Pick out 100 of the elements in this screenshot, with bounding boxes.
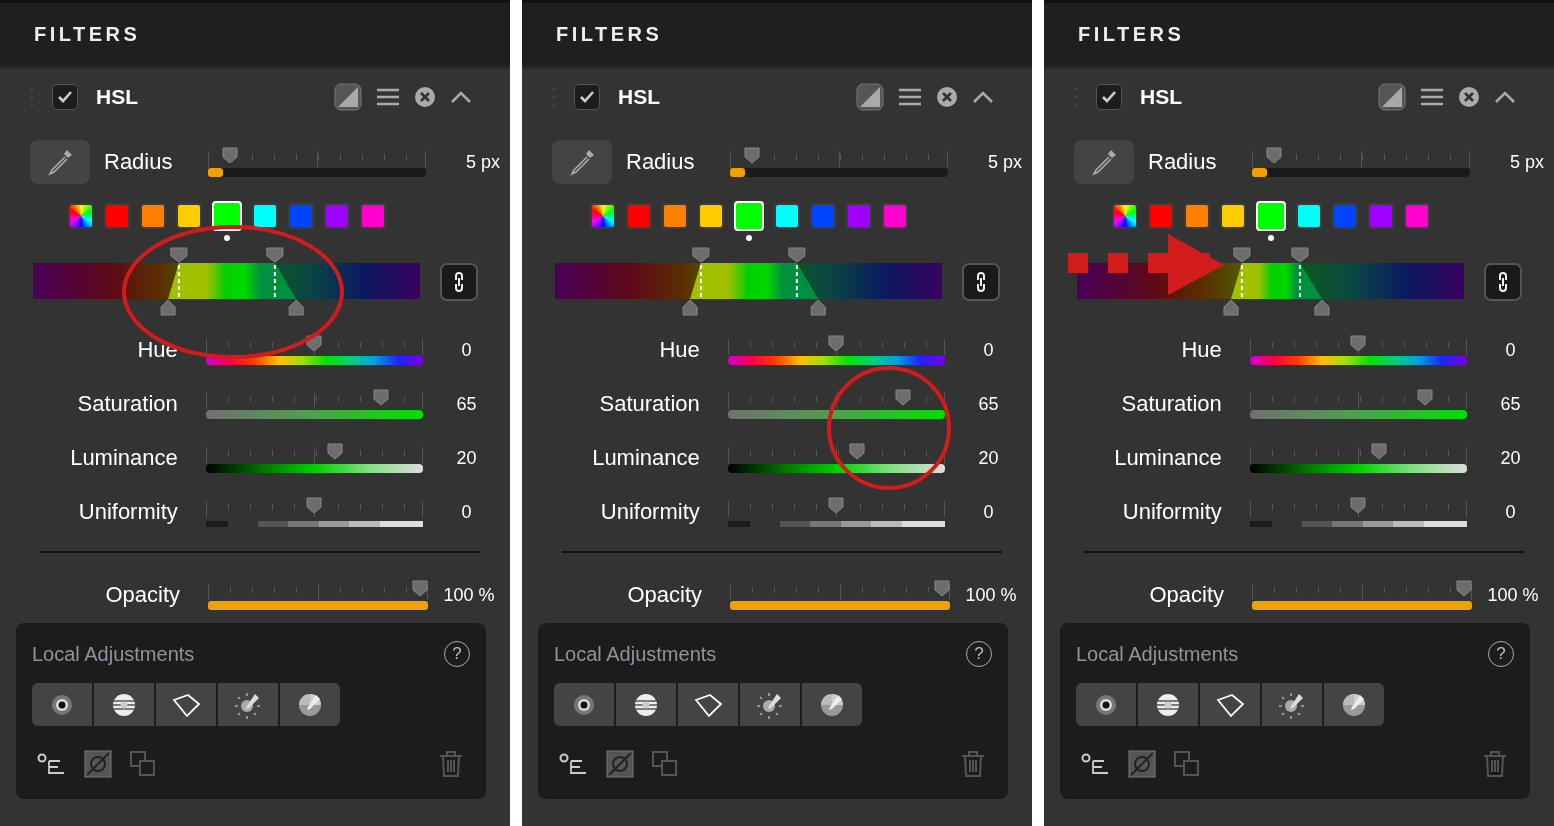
color-swatch[interactable] [360, 203, 386, 229]
eyedropper-button[interactable] [1074, 140, 1134, 184]
slider-thumb[interactable] [1350, 497, 1367, 514]
collapse-chevron-icon[interactable] [450, 90, 472, 104]
all-colors-swatch[interactable] [1112, 203, 1138, 229]
enable-checkbox[interactable] [1096, 84, 1122, 110]
color-swatch[interactable] [698, 203, 724, 229]
slider-thumb[interactable] [1456, 580, 1472, 597]
color-swatch[interactable] [1148, 203, 1174, 229]
all-colors-swatch[interactable] [590, 203, 616, 229]
menu-icon[interactable] [1420, 87, 1444, 107]
slider[interactable] [730, 147, 948, 177]
falloff-handle[interactable] [1223, 299, 1239, 316]
brush-tool[interactable] [218, 683, 278, 726]
layer-list-icon[interactable] [1080, 753, 1110, 775]
color-range-tool[interactable] [1324, 683, 1384, 726]
brush-tool[interactable] [740, 683, 800, 726]
slider[interactable] [1249, 389, 1468, 419]
gradient-tool[interactable] [616, 683, 676, 726]
slider[interactable] [1249, 335, 1468, 365]
slider[interactable] [205, 497, 424, 527]
menu-icon[interactable] [898, 87, 922, 107]
slider[interactable] [1252, 580, 1472, 610]
color-swatch[interactable] [1404, 203, 1430, 229]
link-button[interactable] [962, 263, 1000, 301]
menu-icon[interactable] [376, 87, 400, 107]
enable-checkbox[interactable] [52, 84, 78, 110]
control-point-tool[interactable] [554, 683, 614, 726]
color-swatch[interactable] [104, 203, 130, 229]
color-swatch[interactable] [882, 203, 908, 229]
slider-thumb[interactable] [894, 389, 911, 406]
mask-toggle-icon[interactable] [84, 750, 112, 778]
slider[interactable] [205, 389, 424, 419]
falloff-handle[interactable] [682, 299, 698, 316]
control-point-tool[interactable] [1076, 683, 1136, 726]
collapse-chevron-icon[interactable] [972, 90, 994, 104]
color-swatch[interactable] [140, 203, 166, 229]
color-swatch[interactable] [1220, 203, 1246, 229]
color-swatch[interactable] [846, 203, 872, 229]
color-range-tool[interactable] [280, 683, 340, 726]
color-swatch[interactable] [774, 203, 800, 229]
falloff-handle[interactable] [160, 299, 176, 316]
slider-thumb[interactable] [412, 580, 428, 597]
slider-thumb[interactable] [1416, 389, 1433, 406]
collapse-chevron-icon[interactable] [1494, 90, 1516, 104]
color-swatch[interactable] [324, 203, 350, 229]
color-range-tool[interactable] [802, 683, 862, 726]
all-colors-swatch[interactable] [68, 203, 94, 229]
slider[interactable] [208, 580, 428, 610]
layer-list-icon[interactable] [36, 753, 66, 775]
slider[interactable] [727, 443, 946, 473]
slider-thumb[interactable] [222, 147, 239, 164]
mask-icon[interactable] [856, 83, 884, 111]
polygon-tool[interactable] [1200, 683, 1260, 726]
close-icon[interactable] [1458, 86, 1480, 108]
close-icon[interactable] [414, 86, 436, 108]
slider[interactable] [1252, 147, 1470, 177]
slider-thumb[interactable] [848, 443, 865, 460]
color-swatch[interactable] [662, 203, 688, 229]
brush-tool[interactable] [1262, 683, 1322, 726]
color-swatch[interactable] [1368, 203, 1394, 229]
slider[interactable] [1249, 443, 1468, 473]
slider[interactable] [730, 580, 950, 610]
slider[interactable] [727, 335, 946, 365]
slider-thumb[interactable] [326, 443, 343, 460]
slider[interactable] [727, 389, 946, 419]
slider-thumb[interactable] [828, 497, 845, 514]
slider[interactable] [208, 147, 426, 177]
control-point-tool[interactable] [32, 683, 92, 726]
slider-thumb[interactable] [828, 335, 845, 352]
slider-thumb[interactable] [1370, 443, 1387, 460]
falloff-handle[interactable] [1314, 299, 1330, 316]
polygon-tool[interactable] [156, 683, 216, 726]
slider-thumb[interactable] [1266, 147, 1283, 164]
falloff-handle[interactable] [288, 299, 304, 316]
mask-toggle-icon[interactable] [606, 750, 634, 778]
color-swatch[interactable] [626, 203, 652, 229]
slider[interactable] [1249, 497, 1468, 527]
layer-list-icon[interactable] [558, 753, 588, 775]
color-swatch[interactable] [176, 203, 202, 229]
gradient-tool[interactable] [94, 683, 154, 726]
eyedropper-button[interactable] [552, 140, 612, 184]
slider[interactable] [205, 335, 424, 365]
mask-icon[interactable] [334, 83, 362, 111]
slider-thumb[interactable] [744, 147, 761, 164]
color-swatch[interactable] [252, 203, 278, 229]
link-button[interactable] [1484, 263, 1522, 301]
slider[interactable] [727, 497, 946, 527]
slider-thumb[interactable] [372, 389, 389, 406]
color-swatch[interactable] [1296, 203, 1322, 229]
link-button[interactable] [440, 263, 478, 301]
eyedropper-button[interactable] [30, 140, 90, 184]
color-swatch[interactable] [810, 203, 836, 229]
mask-toggle-icon[interactable] [1128, 750, 1156, 778]
color-swatch[interactable] [288, 203, 314, 229]
color-swatch[interactable] [1332, 203, 1358, 229]
color-swatch[interactable] [1184, 203, 1210, 229]
close-icon[interactable] [936, 86, 958, 108]
slider[interactable] [205, 443, 424, 473]
enable-checkbox[interactable] [574, 84, 600, 110]
